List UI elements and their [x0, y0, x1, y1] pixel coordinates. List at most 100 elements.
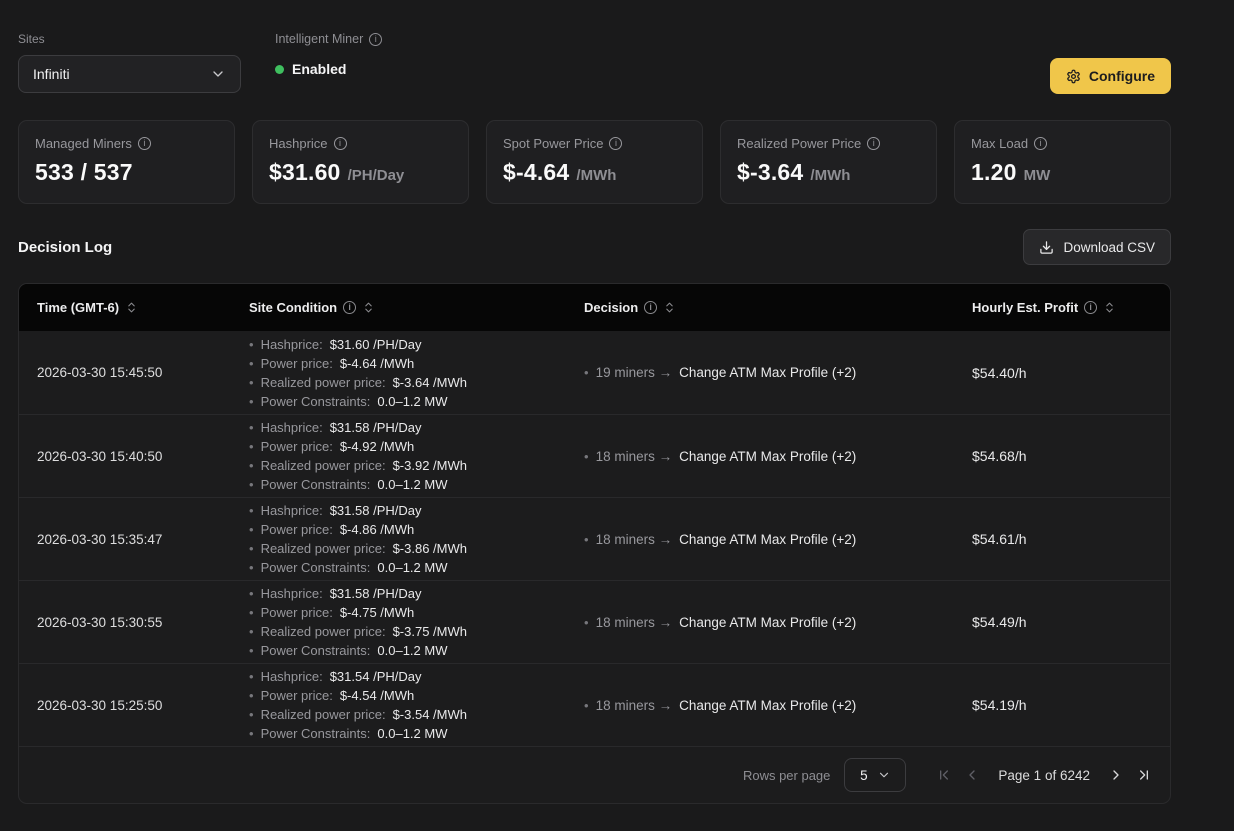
column-header-label: Hourly Est. Profit	[972, 300, 1078, 315]
miner-status: Enabled	[275, 61, 382, 77]
stat-card: Spot Power Price i $-4.64 /MWh	[486, 120, 703, 204]
condition-label: Hashprice:	[261, 501, 323, 520]
condition-label: Hashprice:	[261, 667, 323, 686]
rows-per-page-value: 5	[860, 768, 868, 783]
condition-label: Hashprice:	[261, 335, 323, 354]
condition-value: 0.0–1.2 MW	[377, 724, 447, 743]
stat-card: Hashprice i $31.60 /PH/Day	[252, 120, 469, 204]
bullet: •	[249, 558, 254, 577]
condition-line: •Hashprice:$31.58 /PH/Day	[249, 584, 584, 603]
table-row: 2026-03-30 15:35:47 •Hashprice:$31.58 /P…	[19, 497, 1170, 580]
condition-line: •Power price:$-4.54 /MWh	[249, 686, 584, 705]
condition-value: $-4.54 /MWh	[340, 686, 414, 705]
info-icon[interactable]: i	[1034, 137, 1047, 150]
condition-line: •Power price:$-4.64 /MWh	[249, 354, 584, 373]
condition-label: Realized power price:	[261, 705, 386, 724]
site-select[interactable]: Infiniti	[18, 55, 241, 93]
condition-label: Power Constraints:	[261, 641, 371, 660]
condition-line: • Power price: $-4.86 /MWh	[249, 520, 584, 539]
info-icon[interactable]: i	[867, 137, 880, 150]
stat-card: Realized Power Price i $-3.64 /MWh	[720, 120, 937, 204]
table-header-row: Time (GMT-6) Site Condition i Decision i…	[19, 284, 1170, 331]
bullet: •	[584, 365, 589, 380]
bullet: •	[249, 667, 254, 686]
site-selected-value: Infiniti	[33, 66, 70, 82]
decision-action: Change ATM Max Profile (+2)	[679, 615, 856, 630]
condition-value: 0.0–1.2 MW	[377, 392, 447, 411]
stat-card-unit: /MWh	[576, 167, 616, 184]
condition-value: $-4.64 /MWh	[340, 354, 414, 373]
first-page-button[interactable]	[930, 761, 958, 789]
stat-card: Max Load i 1.20 MW	[954, 120, 1171, 204]
row-site-condition: •Hashprice:$31.58 /PH/Day•Power price:$-…	[249, 584, 584, 660]
condition-label: Power price:	[261, 686, 333, 705]
condition-value: 0.0–1.2 MW	[377, 641, 447, 660]
bullet: •	[249, 501, 254, 520]
info-icon[interactable]: i	[369, 33, 382, 46]
condition-value: $-3.54 /MWh	[393, 705, 467, 724]
last-page-button[interactable]	[1130, 761, 1158, 789]
stat-cards: Managed Miners i 533 / 537 Hashprice i $…	[18, 120, 1171, 204]
row-profit: $54.61/h	[972, 531, 1152, 547]
condition-line: •Realized power price:$-3.92 /MWh	[249, 456, 584, 475]
table-column-header[interactable]: Site Condition i	[249, 300, 584, 315]
prev-page-button[interactable]	[958, 761, 986, 789]
bullet: •	[249, 418, 254, 437]
next-page-button[interactable]	[1102, 761, 1130, 789]
condition-line: •Realized power price:$-3.64 /MWh	[249, 373, 584, 392]
condition-value: $31.58 /PH/Day	[330, 418, 422, 437]
table-row: 2026-03-30 15:45:50 •Hashprice:$31.60 /P…	[19, 331, 1170, 414]
decision-miners: 18 miners →	[596, 449, 673, 464]
bullet: •	[249, 437, 254, 456]
bullet: •	[249, 603, 254, 622]
row-site-condition: •Hashprice:$31.58 /PH/Day•Power price:$-…	[249, 501, 584, 577]
stat-card-value: $-3.64	[737, 159, 803, 186]
stat-card-label: Spot Power Price	[503, 136, 603, 151]
condition-line: •Power Constraints:0.0–1.2 MW	[249, 641, 584, 660]
condition-label: Realized power price:	[261, 622, 386, 641]
bullet: •	[249, 520, 254, 539]
column-header-label: Time (GMT-6)	[37, 300, 119, 315]
table-column-header[interactable]: Decision i	[584, 300, 972, 315]
info-icon[interactable]: i	[609, 137, 622, 150]
row-site-condition: •Hashprice:$31.60 /PH/Day•Power price:$-…	[249, 335, 584, 411]
condition-label: Realized power price:	[261, 456, 386, 475]
intelligent-miner-label: Intelligent Miner	[275, 32, 363, 46]
decision-action: Change ATM Max Profile (+2)	[679, 449, 856, 464]
download-csv-button[interactable]: Download CSV	[1023, 229, 1171, 265]
intelligent-miner-group: Intelligent Miner i Enabled	[275, 32, 382, 77]
chevron-down-icon	[877, 768, 891, 782]
table-column-header[interactable]: Hourly Est. Profit i	[972, 300, 1152, 315]
topbar: Sites Infiniti Intelligent Miner i Enabl…	[18, 32, 1171, 94]
chevron-down-icon	[210, 66, 226, 82]
row-profit: $54.40/h	[972, 365, 1152, 381]
condition-line: •Hashprice:$31.60 /PH/Day	[249, 335, 584, 354]
info-icon[interactable]: i	[343, 301, 356, 314]
row-profit: $54.68/h	[972, 448, 1152, 464]
info-icon[interactable]: i	[1084, 301, 1097, 314]
table-column-header[interactable]: Time (GMT-6)	[37, 300, 249, 315]
stat-card-label: Max Load	[971, 136, 1028, 151]
prev-page-icon	[964, 767, 980, 783]
row-site-condition: • Hashprice: $31.58 /PH/Day • Power price: $-…	[249, 418, 584, 494]
configure-button[interactable]: Configure	[1050, 58, 1171, 94]
condition-value: $-4.92 /MWh	[340, 437, 414, 456]
row-time: 2026-03-30 15:45:50	[37, 365, 249, 380]
bullet: •	[249, 335, 254, 354]
stat-card-value: $-4.64	[503, 159, 569, 186]
bullet: •	[584, 532, 589, 547]
condition-value: $31.58 /PH/Day	[330, 584, 422, 603]
bullet: •	[249, 373, 254, 392]
info-icon[interactable]: i	[138, 137, 151, 150]
condition-value: $-4.86 /MWh	[340, 520, 414, 539]
condition-label: Power price:	[261, 437, 333, 456]
rows-per-page-select[interactable]: 5	[844, 758, 906, 792]
page: Sites Infiniti Intelligent Miner i Enabl…	[18, 0, 1171, 804]
row-decision: • 18 miners → Change ATM Max Profile (+2…	[584, 449, 972, 464]
condition-label: Power price:	[261, 520, 333, 539]
decision-miners: 18 miners →	[596, 532, 673, 547]
info-icon[interactable]: i	[334, 137, 347, 150]
stat-card-value: 533 / 537	[35, 159, 133, 186]
condition-label: Hashprice:	[261, 418, 323, 437]
info-icon[interactable]: i	[644, 301, 657, 314]
